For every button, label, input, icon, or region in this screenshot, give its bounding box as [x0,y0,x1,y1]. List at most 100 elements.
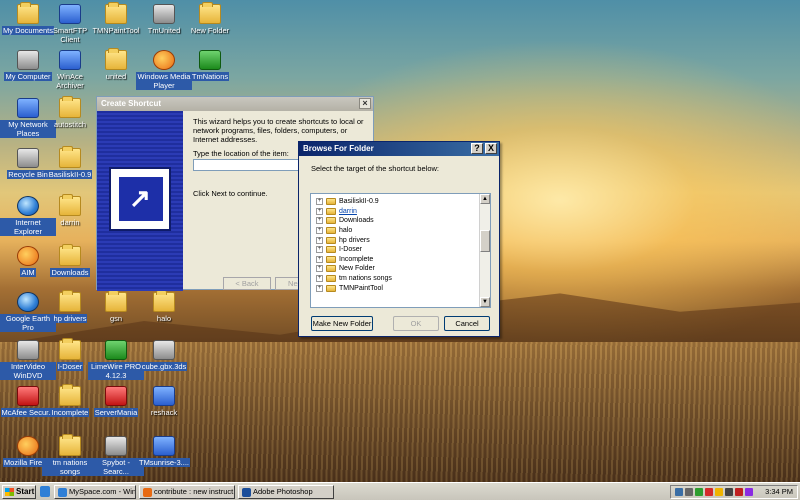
tray-network-icon[interactable] [675,488,683,496]
folder-icon [153,290,175,312]
desktop-icon-label: TmNations [190,72,230,81]
folder-tree-item[interactable]: + TMNPaintTool [311,283,478,293]
desktop-icon-reshack[interactable]: reshack [136,386,192,417]
desktop-icon-basilisk[interactable]: BasiliskII-0.9 [42,146,98,179]
folder-icon [326,198,336,206]
folder-name: halo [339,227,353,235]
tray-mcafee-icon[interactable] [705,488,713,496]
folder-name: darrin [339,207,357,215]
folder-name: tm nations songs [339,275,392,283]
limewire-icon [105,340,127,360]
task-label: Adobe Photoshop [253,487,313,496]
folder-icon [326,207,336,215]
folder-tree-item[interactable]: + Incomplete [311,255,478,265]
start-button[interactable]: Start [2,485,36,499]
expand-icon[interactable]: + [316,236,323,244]
firefox-icon [17,436,39,456]
smartftp-icon [59,4,81,24]
tmunited-icon [153,4,175,24]
desktop-icon-label: TMNPaintTool [92,26,140,35]
folder-icon [326,265,336,273]
desktop-icon-label: TmUnited [147,26,181,35]
folder-name: TMNPaintTool [339,284,383,292]
folder-tree-item[interactable]: + tm nations songs [311,274,478,284]
folder-tree-item[interactable]: + New Folder [311,264,478,274]
desktop-icon-cube-gbx[interactable]: cube.gbx.3ds [136,340,192,371]
my-documents-icon [17,2,39,24]
folder-icon [105,290,127,312]
folder-tree[interactable]: + BasiliskII-0.9 + darrin + Downloads + halo + hp… [310,193,491,308]
folder-tree-item[interactable]: + darrin [311,207,478,217]
folder-tree-list: + BasiliskII-0.9 + darrin + Downloads + halo + hp… [311,197,478,293]
expand-icon[interactable]: + [316,217,323,225]
window-title: Create Shortcut [101,99,162,108]
close-button[interactable]: X [485,143,497,154]
tray-volume-icon[interactable] [685,488,693,496]
folder-icon [199,2,221,24]
folder-tree-item[interactable]: + hp drivers [311,235,478,245]
expand-icon[interactable]: + [316,246,323,254]
desktop-icon-halo[interactable]: halo [136,290,192,323]
dialog-title: Browse For Folder [303,144,374,153]
desktop-icon-darrin[interactable]: darrin [42,194,98,227]
folder-icon [326,236,336,244]
tray-app-icon[interactable] [695,488,703,496]
desktop-icon-tmsunrise[interactable]: TMsunrise-3.... [136,436,192,467]
folder-tree-item[interactable]: + I-Doser [311,245,478,255]
expand-icon[interactable]: + [316,255,323,263]
folder-name: I-Doser [339,246,362,254]
folder-icon [59,290,81,312]
photoshop-icon [242,488,251,497]
shortcut-icon: ↗ [109,167,171,231]
tray-security-icon[interactable] [735,488,743,496]
desktop-icon-new-folder[interactable]: New Folder [182,2,238,35]
desktop-icon-label: New Folder [190,26,230,35]
desktop-icon-autostitch[interactable]: autostitch [42,96,98,129]
quicklaunch-ie-icon[interactable] [40,486,50,497]
folder-name: Incomplete [339,255,374,263]
system-tray: 3:34 PM [670,485,798,499]
spybot-icon [105,436,127,456]
desktop-icon-tmnations[interactable]: TmNations [182,50,238,81]
close-icon[interactable]: × [359,98,371,109]
folder-tree-item[interactable]: + BasiliskII-0.9 [311,197,478,207]
desktop-icon-label: halo [156,314,172,323]
recycle-bin-icon [17,148,39,168]
browse-titlebar[interactable]: Browse For Folder ? X [299,142,499,156]
create-shortcut-titlebar[interactable]: Create Shortcut × [97,97,373,111]
taskbar-button-photoshop[interactable]: Adobe Photoshop [238,485,334,499]
folder-icon [59,244,81,266]
expand-icon[interactable]: + [316,227,323,235]
folder-tree-item[interactable]: + Downloads [311,216,478,226]
expand-icon[interactable]: + [316,284,323,292]
taskbar-button-contribute[interactable]: contribute : new instruct... [139,485,235,499]
folder-tree-item[interactable]: + halo [311,226,478,236]
clock[interactable]: 3:34 PM [765,487,793,496]
tray-messenger-icon[interactable] [745,488,753,496]
desktop-icon-label: TMsunrise-3.... [137,458,190,467]
expand-icon[interactable]: + [316,265,323,273]
make-new-folder-button[interactable]: Make New Folder [311,316,373,331]
expand-icon[interactable]: + [316,207,323,215]
tray-monitor-icon[interactable] [725,488,733,496]
expand-icon[interactable]: + [316,198,323,206]
expand-icon[interactable]: + [316,275,323,283]
scroll-down-icon[interactable]: ▼ [480,297,490,307]
firefox-icon [143,488,152,497]
cancel-button[interactable]: Cancel [444,316,490,331]
desktop-icon-downloads[interactable]: Downloads [42,244,98,277]
help-button[interactable]: ? [471,143,483,154]
tray-aim-icon[interactable] [715,488,723,496]
tree-scrollbar[interactable]: ▲ ▼ [479,194,490,307]
aim-icon [17,246,39,266]
location-label: Type the location of the item: [193,149,289,158]
location-input[interactable] [193,159,313,171]
scroll-thumb[interactable] [480,230,490,252]
ok-button[interactable]: OK [393,316,439,331]
browse-for-folder-dialog: Browse For Folder ? X Select the target … [298,141,500,337]
scroll-up-icon[interactable]: ▲ [480,194,490,204]
folder-name: BasiliskII-0.9 [339,198,379,206]
taskbar-button-myspace[interactable]: MySpace.com - Windows... [54,485,136,499]
wizard-intro: This wizard helps you to create shortcut… [193,117,364,144]
back-button[interactable]: < Back [223,277,271,290]
